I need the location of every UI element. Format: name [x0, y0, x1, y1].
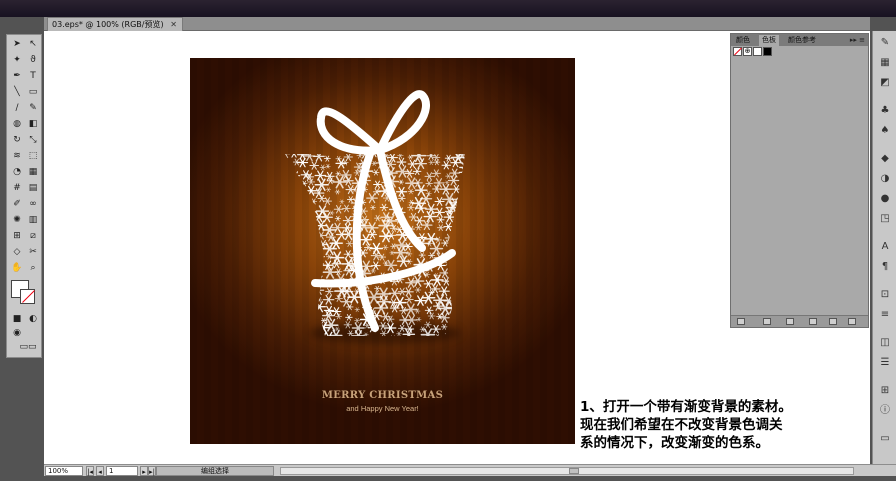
navigator-icon[interactable]: ⊞: [879, 385, 891, 396]
scissors-icon[interactable]: ✂: [26, 246, 40, 258]
appearance-icon[interactable]: ◑: [879, 173, 891, 184]
draw-mode-icon[interactable]: ◉: [10, 327, 24, 339]
transform-icon[interactable]: ⊡: [879, 289, 891, 300]
blend-tool-icon[interactable]: ∞: [26, 198, 40, 210]
screen-mode-icon[interactable]: ▭▭: [18, 341, 38, 353]
scrollbar-thumb[interactable]: [569, 468, 579, 474]
artwork-subtitle: and Happy New Year!: [346, 404, 419, 413]
last-artboard-icon[interactable]: ▸|: [148, 466, 156, 476]
stroke-panel-icon[interactable]: ☰: [879, 357, 891, 368]
artboard[interactable]: MERRY CHRISTMAS and Happy New Year!: [190, 58, 575, 444]
gradient-dock-icon[interactable]: ◩: [879, 77, 891, 88]
eraser-alt-icon[interactable]: ◇: [10, 246, 24, 258]
symbol-sprayer-icon[interactable]: ✺: [10, 214, 24, 226]
slice-tool-icon[interactable]: ⧄: [26, 230, 40, 242]
eyedropper-icon[interactable]: ✐: [10, 198, 24, 210]
show-kinds-icon[interactable]: [763, 318, 771, 325]
white-swatch[interactable]: [753, 47, 762, 56]
color-mode-icon[interactable]: ■: [10, 313, 24, 325]
paragraph-icon[interactable]: ¶: [879, 261, 891, 272]
gradient-tool-icon[interactable]: ▤: [26, 182, 40, 194]
title-bar: [0, 0, 896, 17]
document-tab-bar: 03.eps* @ 100% (RGB/预览) ✕: [44, 17, 870, 31]
graphic-styles-icon[interactable]: ♠: [879, 125, 891, 136]
snowflake-gift-illustration: [285, 90, 465, 336]
pen-tool-icon[interactable]: ✒: [10, 70, 24, 82]
eraser-icon[interactable]: ◧: [26, 118, 40, 130]
swatches-dock-icon[interactable]: ▦: [879, 57, 891, 68]
direct-selection-icon[interactable]: ↖: [26, 38, 40, 50]
tab-color-guide[interactable]: 颜色参考: [785, 35, 819, 46]
mesh-tool-icon[interactable]: #: [10, 182, 24, 194]
zoom-tool-icon[interactable]: ⌕: [26, 262, 40, 274]
status-bar: 100% |◂ ◂ 1 ▸ ▸| 编组选择: [44, 464, 896, 476]
hand-tool-icon[interactable]: ✋: [10, 262, 24, 274]
graph-tool-icon[interactable]: ▥: [26, 214, 40, 226]
artboard-number-field[interactable]: 1: [106, 466, 138, 476]
lasso-icon[interactable]: ϑ: [26, 54, 40, 66]
stroke-color-swatch[interactable]: [20, 289, 35, 304]
swatches-panel: 颜色 色板 颜色参考 ▸▸ ≡ ⊕: [730, 33, 869, 328]
caption-line: 1、打开一个带有渐变背景的素材。: [580, 399, 792, 415]
document-tab[interactable]: 03.eps* @ 100% (RGB/预览) ✕: [47, 17, 183, 31]
black-swatch[interactable]: [763, 47, 772, 56]
symbols-icon[interactable]: ♣: [879, 105, 891, 116]
delete-swatch-icon[interactable]: [848, 318, 856, 325]
shape-builder-icon[interactable]: ◔: [10, 166, 24, 178]
scale-tool-icon[interactable]: ⤡: [26, 134, 40, 146]
none-swatch[interactable]: [733, 47, 742, 56]
status-text[interactable]: 编组选择: [156, 466, 274, 476]
warp-tool-icon[interactable]: ≋: [10, 150, 24, 162]
panel-menu-icon[interactable]: ▸▸ ≡: [850, 34, 865, 46]
first-artboard-icon[interactable]: |◂: [86, 466, 94, 476]
artboards-icon[interactable]: ◳: [879, 213, 891, 224]
caption-line: 系的情况下，改变渐变的色系。: [580, 435, 769, 451]
prev-artboard-icon[interactable]: ◂: [96, 466, 104, 476]
panel-tab-bar: 颜色 色板 颜色参考 ▸▸ ≡: [731, 34, 868, 46]
new-swatch-icon[interactable]: [829, 318, 837, 325]
pathfinder-icon[interactable]: ◫: [879, 337, 891, 348]
document-tab-title: 03.eps* @ 100% (RGB/预览): [52, 20, 164, 29]
paintbrush-icon[interactable]: ∕: [10, 102, 24, 114]
artwork-title: MERRY CHRISTMAS: [321, 390, 444, 401]
gradient-mode-icon[interactable]: ◐: [26, 313, 40, 325]
close-icon[interactable]: ✕: [169, 20, 179, 29]
blob-brush-icon[interactable]: ◍: [10, 118, 24, 130]
transparency-icon[interactable]: ●: [879, 193, 891, 204]
rectangle-tool-icon[interactable]: ▭: [26, 86, 40, 98]
line-tool-icon[interactable]: ╲: [10, 86, 24, 98]
tools-panel: ➤ ↖ ✦ ϑ ✒ T ╲ ▭ ∕ ✎ ◍ ◧ ↻ ⤡ ≋ ⬚ ◔ ▦ # ▤ …: [6, 34, 42, 358]
layers-icon[interactable]: ◆: [879, 153, 891, 164]
links-icon[interactable]: ▭: [879, 433, 891, 444]
magic-wand-icon[interactable]: ✦: [10, 54, 24, 66]
info-icon[interactable]: ⓘ: [879, 405, 891, 416]
zoom-field[interactable]: 100%: [45, 466, 83, 476]
next-artboard-icon[interactable]: ▸: [140, 466, 148, 476]
rotate-tool-icon[interactable]: ↻: [10, 134, 24, 146]
pencil-icon[interactable]: ✎: [26, 102, 40, 114]
new-color-group-icon[interactable]: [809, 318, 817, 325]
horizontal-scrollbar[interactable]: [280, 467, 854, 475]
illustrator-window: 03.eps* @ 100% (RGB/预览) ✕ ➤ ↖ ✦ ϑ ✒ T ╲ …: [0, 0, 896, 481]
panel-footer: [731, 315, 868, 327]
brushes-icon[interactable]: ✎: [879, 37, 891, 48]
selection-tool-icon[interactable]: ➤: [10, 38, 24, 50]
swatch-options-icon[interactable]: [786, 318, 794, 325]
swatch-libraries-icon[interactable]: [737, 318, 745, 325]
perspective-grid-icon[interactable]: ▦: [26, 166, 40, 178]
tab-swatches[interactable]: 色板: [759, 35, 779, 46]
caption-line: 现在我们希望在不改变背景色调关: [580, 417, 783, 433]
free-transform-icon[interactable]: ⬚: [26, 150, 40, 162]
type-tool-icon[interactable]: T: [26, 70, 40, 82]
tab-color[interactable]: 颜色: [733, 35, 753, 46]
artboard-tool-icon[interactable]: ⊞: [10, 230, 24, 242]
tutorial-caption: 1、打开一个带有渐变背景的素材。 现在我们希望在不改变背景色调关 系的情况下，改…: [580, 398, 880, 452]
registration-swatch[interactable]: ⊕: [743, 47, 752, 56]
align-icon[interactable]: ≡: [879, 309, 891, 320]
character-icon[interactable]: A: [879, 241, 891, 252]
